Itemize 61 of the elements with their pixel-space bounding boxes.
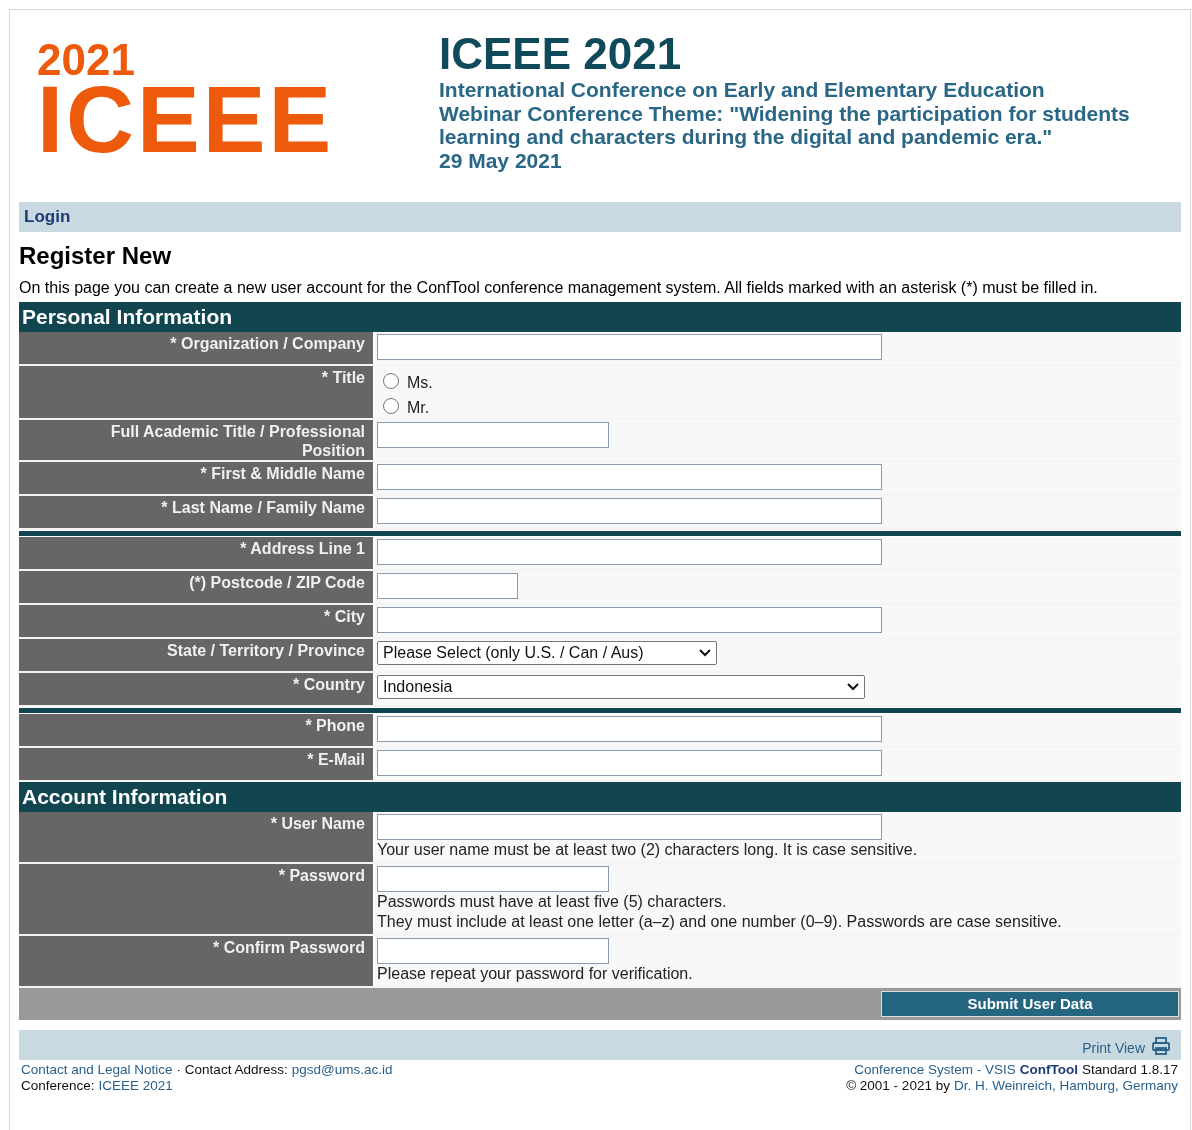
input-field[interactable] [377,464,882,490]
input-field[interactable] [377,866,609,892]
field-label: * User Name [270,814,365,833]
dropdown[interactable]: Indonesia [377,675,865,699]
radio-button[interactable] [383,397,399,414]
footer-link[interactable]: ConfTool [1019,1062,1078,1078]
field-label: * E-Mail [307,750,365,769]
input-field[interactable] [377,750,882,776]
chevron-down-icon [847,683,859,691]
field-label: * City [324,607,365,626]
printer-icon[interactable] [1151,1036,1171,1056]
login-link[interactable]: Login [24,204,71,230]
footer-text: · Contact Address: [176,1062,288,1078]
header-subtitle: International Conference on Early and Elementary Education [439,78,1046,102]
header-subtitle: Webinar Conference Theme: "Widening the participation for students learning and characters during the digital and pandemic era." [439,101,1131,149]
intro-text: On this page you can create a new user account for the ConfTool conference management system. All fields marked with an asterisk (*) must be filled in. [19,278,1099,297]
input-field[interactable] [377,573,518,599]
footer-text: © 2001 - 2021 by [846,1078,950,1094]
footer-link[interactable]: Dr. H. Weinreich, Hamburg, Germany [953,1078,1178,1094]
help-text: They must include at least one letter (a–z) and one number (0–9). Passwords are case sensitive. [377,912,1062,932]
help-text: Please repeat your password for verification. [377,964,693,984]
print-view-link[interactable]: Print View [1082,1040,1145,1056]
field-label: * Password [278,866,365,885]
chevron-down-icon [699,649,711,657]
dropdown[interactable]: Please Select (only U.S. / Can / Aus) [377,641,717,665]
logo-name: ICEEE [37,80,335,160]
input-field[interactable] [377,422,609,448]
page-heading: Register New [19,241,172,271]
input-field[interactable] [377,814,882,840]
field-label: * Address Line 1 [240,539,365,558]
footer-link[interactable]: Conference System - VSIS [854,1062,1016,1078]
logo-year: 2021 [37,40,135,80]
footer-text: Standard 1.8.17 [1081,1062,1178,1078]
input-field[interactable] [377,498,882,524]
help-text: Passwords must have at least five (5) characters. [377,892,727,912]
conference-title: ICEEE 2021 [439,30,682,78]
field-label: State / Territory / Province [167,641,365,660]
input-field[interactable] [377,716,882,742]
header-subtitle: 29 May 2021 [439,148,563,172]
footer-link[interactable]: pgsd@ums.ac.id [291,1062,393,1078]
footer-text: Conference: [21,1078,95,1094]
footer-link[interactable]: Contact and Legal Notice [21,1062,173,1078]
field-label: (*) Postcode / ZIP Code [189,573,365,592]
input-field[interactable] [377,334,882,360]
section-header: Account Information [22,784,228,811]
field-label: * Phone [305,716,365,735]
field-label: * Country [293,675,365,694]
field-label: * Confirm Password [212,938,365,957]
field-label: * Title [321,368,365,387]
field-label: Full Academic Title / Professional Position [109,422,365,460]
footer-link[interactable]: ICEEE 2021 [98,1078,173,1094]
input-field[interactable] [377,938,609,964]
submit-button[interactable]: Submit User Data [881,991,1179,1017]
help-text: Your user name must be at least two (2) characters long. It is case sensitive. [377,840,918,860]
input-field[interactable] [377,539,882,565]
input-field[interactable] [377,607,882,633]
radio-button[interactable] [383,372,399,389]
section-header: Personal Information [22,304,233,331]
field-label: * Organization / Company [170,334,365,353]
field-label: * Last Name / Family Name [161,498,365,517]
field-label: * First & Middle Name [200,464,365,483]
